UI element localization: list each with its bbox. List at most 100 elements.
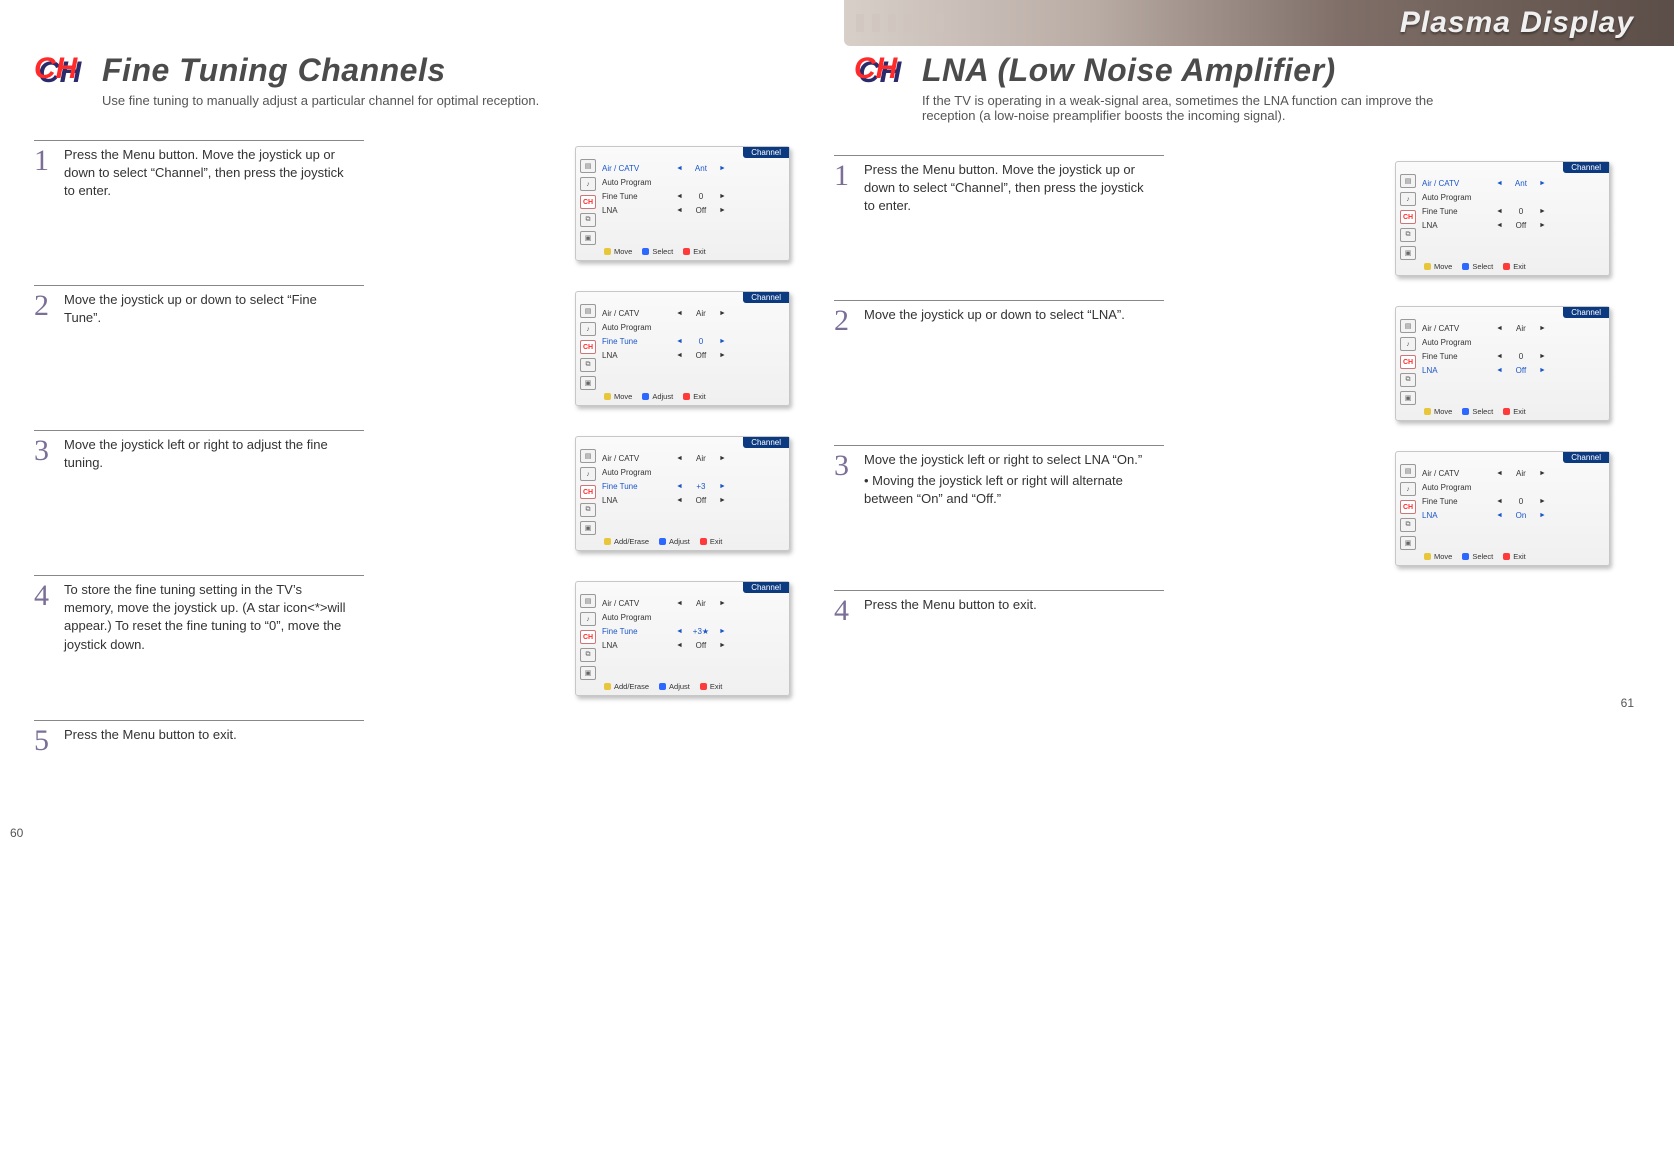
arrow-right-icon: ► [715,628,730,635]
osd-hint: Select [1462,262,1493,271]
osd-side-icon: CH [580,485,596,499]
arrow-left-icon: ◄ [672,310,687,317]
osd-row-label: Fine Tune [1422,352,1492,361]
ch-logo-icon: CHCH [854,52,910,98]
osd-side-icon: ⧉ [580,213,596,227]
arrow-right-icon: ► [715,483,730,490]
step: 5 Press the Menu button to exit. [34,720,790,832]
osd-title: Channel [743,147,789,158]
osd-row: Auto Program [1422,480,1601,494]
osd-row: LNA ◄ Off ► [602,203,781,217]
osd-row: Auto Program [602,610,781,624]
osd-row-value: On [1507,511,1535,520]
pip-icon [700,683,707,690]
step-divider [834,300,1164,301]
osd-row: Air / CATV ◄ Air ► [602,596,781,610]
osd-hint: Select [1462,407,1493,416]
osd-side-icon: CH [1400,355,1416,369]
arrow-right-icon: ► [715,642,730,649]
osd-side-icon: CH [580,630,596,644]
osd-row-label: LNA [602,206,672,215]
page-number: 61 [1621,696,1634,710]
osd-side-icon: ▤ [580,449,596,463]
osd-row: Air / CATV ◄ Air ► [602,451,781,465]
osd-side-icon: ⧉ [580,358,596,372]
page-right: CHCH LNA (Low Noise Amplifier) If the TV… [834,42,1644,722]
arrow-right-icon: ► [1535,180,1550,187]
osd-row-value: Off [687,206,715,215]
osd-side-icon: ⧉ [1400,373,1416,387]
osd-row-label: Fine Tune [602,482,672,491]
step: 2 Move the joystick up or down to select… [834,300,1610,421]
osd-row-value: Air [687,309,715,318]
osd-hint: Exit [700,682,723,691]
arrow-right-icon: ► [715,497,730,504]
arrow-left-icon: ◄ [1492,470,1507,477]
osd-side-icon: ▣ [580,231,596,245]
osd-side-icon: CH [580,195,596,209]
osd-side-icon: ♪ [580,177,596,191]
pip-icon [683,393,690,400]
osd-side-icon: CH [1400,500,1416,514]
osd-row: Auto Program [602,175,781,189]
arrow-right-icon: ► [715,455,730,462]
step-text: Press the Menu button to exit. [864,596,1164,626]
osd-sidebar: ▤ ♪ CH ⧉ ▣ [576,304,600,390]
osd-side-icon: ♪ [1400,482,1416,496]
osd-side-icon: ▤ [580,159,596,173]
osd-row: Auto Program [1422,190,1601,204]
osd-row-value: 0 [1507,352,1535,361]
arrow-right-icon: ► [1535,325,1550,332]
osd-panel: Channel ▤ ♪ CH ⧉ ▣ Air / CATV ◄ Ant ► Au… [1395,161,1610,276]
pip-icon [1424,553,1431,560]
osd-row: LNA ◄ Off ► [602,638,781,652]
arrow-left-icon: ◄ [672,352,687,359]
osd-panel: Channel ▤ ♪ CH ⧉ ▣ Air / CATV ◄ Air ► Au… [575,291,790,406]
osd-side-icon: ♪ [580,322,596,336]
osd-wrap: Channel ▤ ♪ CH ⧉ ▣ Air / CATV ◄ Ant ► Au… [1395,161,1610,276]
osd-row-value: Ant [1507,179,1535,188]
step-number: 1 [834,161,864,216]
arrow-left-icon: ◄ [1492,208,1507,215]
osd-title: Channel [1563,307,1609,318]
osd-sidebar: ▤ ♪ CH ⧉ ▣ [576,594,600,680]
pip-icon [659,683,666,690]
osd-row-value: Air [1507,324,1535,333]
pip-icon [1424,408,1431,415]
step-bullet: • Moving the joystick left or right will… [864,472,1154,508]
osd-panel: Channel ▤ ♪ CH ⧉ ▣ Air / CATV ◄ Air ► Au… [575,581,790,696]
osd-row-value: Air [687,599,715,608]
osd-title: Channel [743,292,789,303]
osd-side-icon: ▣ [580,521,596,535]
page-number: 60 [10,826,23,840]
osd-hint: Adjust [659,682,690,691]
osd-side-icon: ▤ [1400,174,1416,188]
osd-row: LNA ◄ Off ► [1422,363,1601,377]
osd-footer: MoveSelectExit [1396,260,1609,271]
step-divider [834,590,1164,591]
osd-hint: Exit [1503,262,1526,271]
pip-icon [642,393,649,400]
osd-panel: Channel ▤ ♪ CH ⧉ ▣ Air / CATV ◄ Air ► Au… [575,436,790,551]
pip-icon [604,393,611,400]
arrow-left-icon: ◄ [672,338,687,345]
arrow-right-icon: ► [1535,470,1550,477]
osd-wrap: Channel ▤ ♪ CH ⧉ ▣ Air / CATV ◄ Air ► Au… [1395,306,1610,421]
pip-icon [1503,408,1510,415]
osd-hint: Move [604,247,632,256]
osd-row: Fine Tune ◄ 0 ► [1422,349,1601,363]
osd-hint: Adjust [642,392,673,401]
step-divider [834,155,1164,156]
osd-hint: Exit [683,392,706,401]
osd-row-label: Auto Program [602,178,672,187]
pip-icon [700,538,707,545]
arrow-right-icon: ► [715,165,730,172]
osd-row-label: Air / CATV [1422,469,1492,478]
osd-title: Channel [743,437,789,448]
osd-row-label: Air / CATV [602,309,672,318]
osd-panel: Channel ▤ ♪ CH ⧉ ▣ Air / CATV ◄ Ant ► Au… [575,146,790,261]
osd-row: Auto Program [602,465,781,479]
arrow-left-icon: ◄ [672,600,687,607]
osd-row-value: +3 [687,482,715,491]
arrow-left-icon: ◄ [672,642,687,649]
